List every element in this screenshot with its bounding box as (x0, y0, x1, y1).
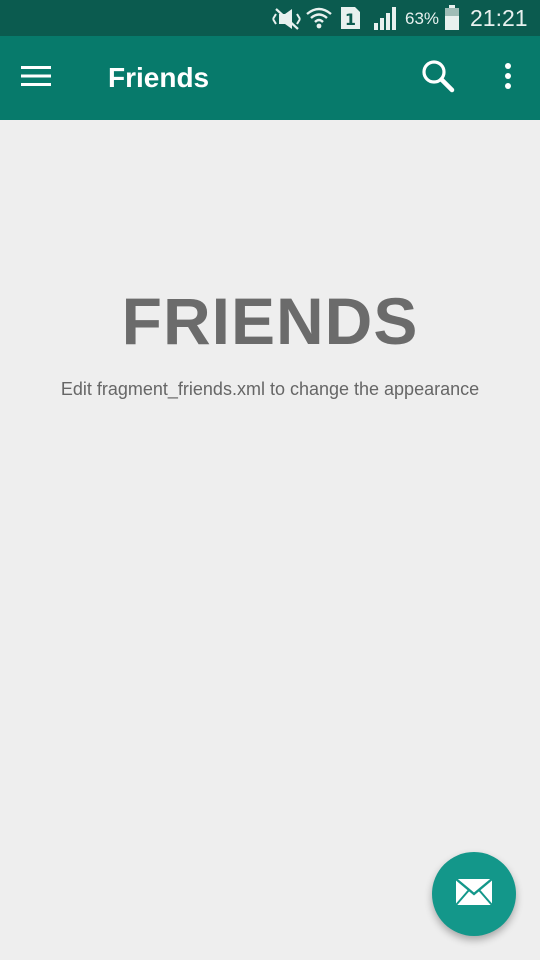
compose-message-button[interactable] (432, 852, 516, 936)
fragment-heading: FRIENDS (121, 284, 419, 358)
overflow-menu-button[interactable] (484, 54, 532, 102)
fragment-content: FRIENDS Edit fragment_friends.xml to cha… (0, 120, 540, 960)
mute-icon (269, 6, 305, 37)
battery-icon (443, 5, 461, 36)
app-bar: Friends (0, 36, 540, 120)
page-title: Friends (108, 62, 210, 93)
wifi-icon (305, 4, 333, 37)
status-time: 21:21 (470, 5, 528, 31)
navigation-menu-button[interactable] (12, 54, 60, 102)
fragment-subtext: Edit fragment_friends.xml to change the … (60, 379, 480, 399)
svg-text:1: 1 (345, 10, 356, 29)
signal-icon (372, 5, 400, 36)
more-vert-icon (504, 62, 512, 94)
battery-percent: 63% (405, 9, 440, 28)
sim-icon: 1 (340, 6, 361, 35)
menu-icon (21, 65, 51, 92)
search-icon (420, 58, 456, 99)
status-bar: 1 63% 21:21 (0, 0, 540, 36)
search-button[interactable] (414, 54, 462, 102)
mail-icon (455, 877, 493, 911)
